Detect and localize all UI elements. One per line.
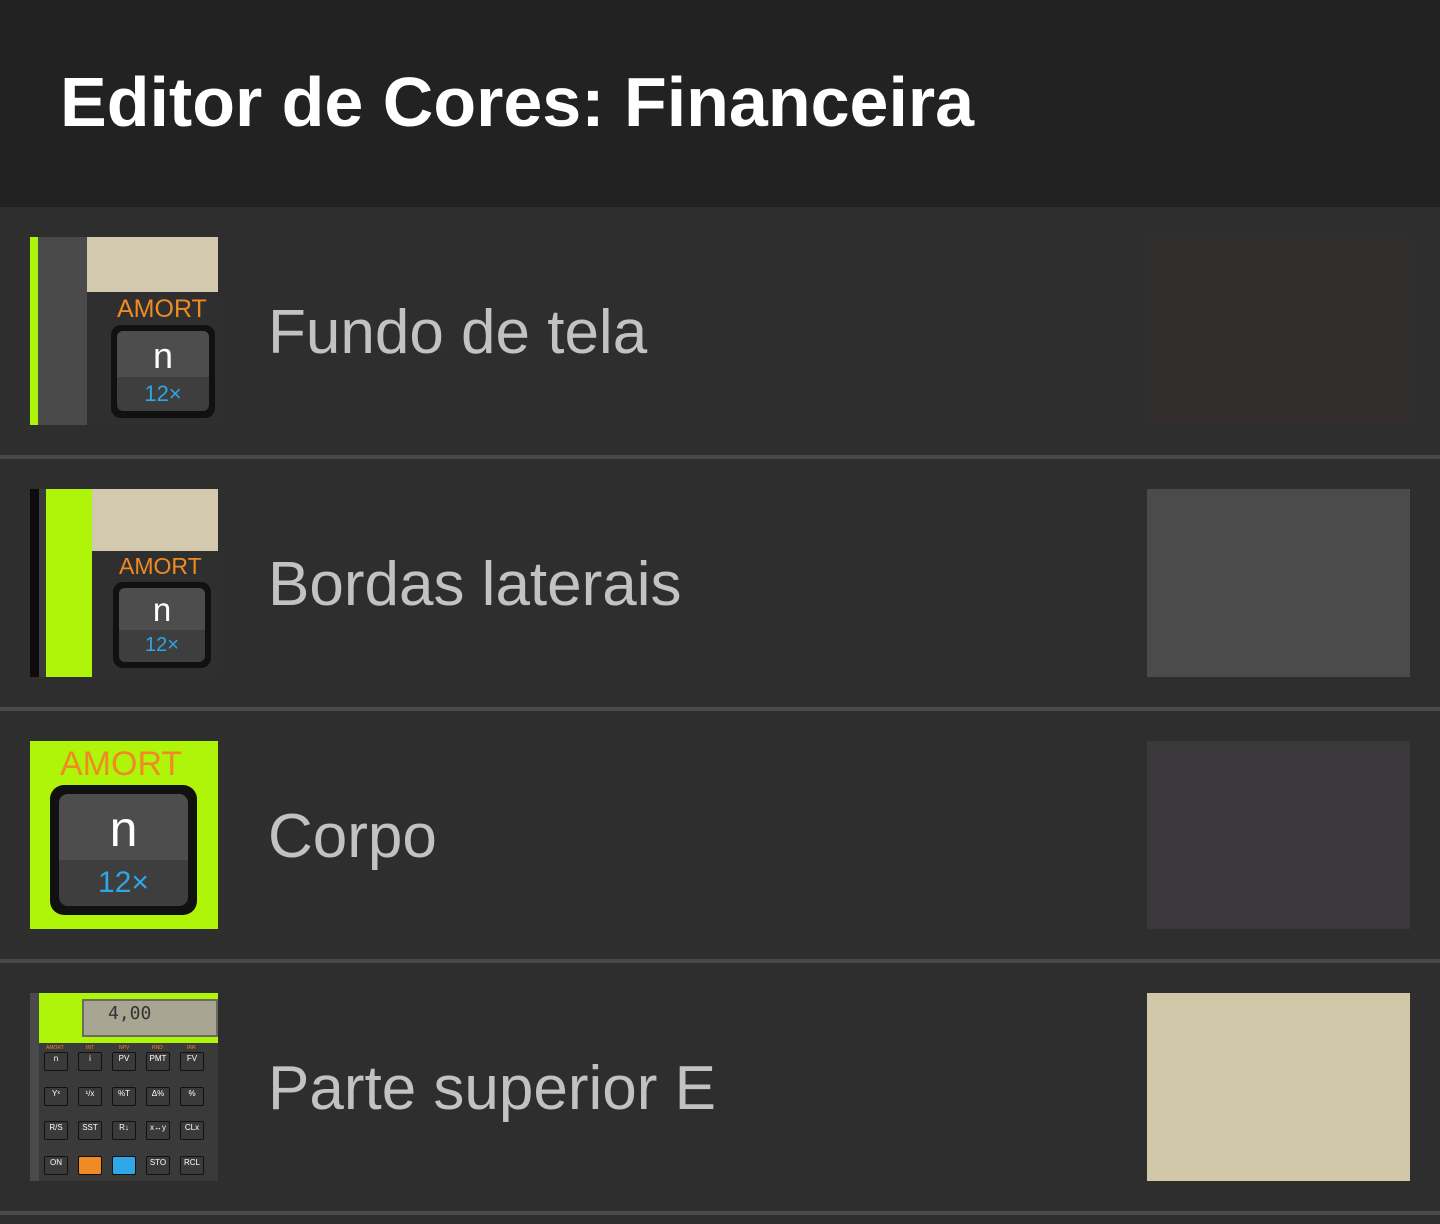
calculator-preview-icon: 4,00 AMORT INT NPV RND IRR n i PV PMT FV… xyxy=(30,993,218,1181)
page-title: Editor de Cores: Financeira xyxy=(60,63,975,141)
body-preview-icon: AMORT n 12× xyxy=(30,741,218,929)
key-n-label: n xyxy=(152,591,172,628)
app-bar: Editor de Cores: Financeira xyxy=(0,0,1440,207)
color-swatch[interactable] xyxy=(1147,237,1410,425)
key-n-label: n xyxy=(109,801,138,857)
background-preview-icon: AMORT n 12× xyxy=(30,237,218,425)
calc-display-value: 4,00 xyxy=(108,1003,152,1024)
color-item-parte-superior-e[interactable]: 4,00 AMORT INT NPV RND IRR n i PV PMT FV… xyxy=(0,963,1440,1215)
color-item-corpo[interactable]: AMORT n 12× Corpo xyxy=(0,711,1440,963)
color-item-list: AMORT n 12× Fundo de tela AMORT n 12× Bo… xyxy=(0,207,1440,1215)
key-12x-label: 12× xyxy=(98,866,149,899)
color-swatch[interactable] xyxy=(1147,489,1410,677)
amort-label: AMORT xyxy=(119,553,202,579)
color-swatch[interactable] xyxy=(1147,993,1410,1181)
amort-label: AMORT xyxy=(60,745,183,783)
key-12x-label: 12× xyxy=(144,381,182,406)
color-swatch[interactable] xyxy=(1147,741,1410,929)
key-n-label: n xyxy=(152,335,174,376)
side-borders-preview-icon: AMORT n 12× xyxy=(30,489,218,677)
item-label: Bordas laterais xyxy=(268,550,682,619)
color-item-fundo-de-tela[interactable]: AMORT n 12× Fundo de tela xyxy=(0,207,1440,459)
item-label: Fundo de tela xyxy=(268,298,648,367)
item-label: Corpo xyxy=(268,802,437,871)
amort-label: AMORT xyxy=(117,295,207,323)
item-label: Parte superior E xyxy=(268,1054,716,1123)
key-12x-label: 12× xyxy=(145,634,179,656)
color-item-bordas-laterais[interactable]: AMORT n 12× Bordas laterais xyxy=(0,459,1440,711)
